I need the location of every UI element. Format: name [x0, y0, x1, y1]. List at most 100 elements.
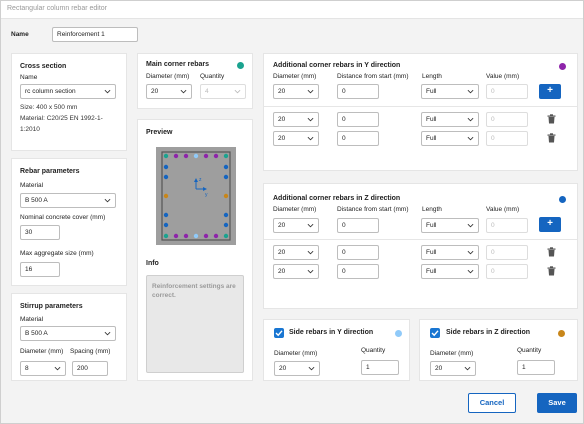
side-y-quantity-label: Quantity	[361, 347, 386, 354]
cross-section-card: Cross section Name rc column section Siz…	[11, 53, 127, 151]
checkmark-icon	[275, 330, 283, 337]
chevron-down-icon	[234, 89, 241, 94]
additional-y-rebar	[183, 233, 189, 239]
checkmark-icon	[431, 330, 439, 337]
additional-z-rebar	[163, 164, 169, 170]
side-z-diameter-select[interactable]: 20	[430, 361, 476, 376]
add_z-row-distance-input[interactable]: 0	[337, 245, 379, 260]
chevron-down-icon	[104, 331, 111, 336]
add_y-row-value-input[interactable]: 0	[486, 112, 528, 127]
cancel-button[interactable]: Cancel	[468, 393, 516, 413]
add_y-row-length-select[interactable]: Full	[421, 112, 479, 127]
main-corner-quantity-value: 4	[205, 88, 209, 95]
nominal-cover-input[interactable]: 30	[20, 225, 60, 240]
max-aggregate-input[interactable]: 16	[20, 262, 60, 277]
add_z-row-value-input[interactable]: 0	[486, 264, 528, 279]
stirrup-parameters-title: Stirrup parameters	[20, 303, 83, 310]
add_z-row-length-select[interactable]: Full	[421, 245, 479, 260]
save-button[interactable]: Save	[537, 393, 577, 413]
main-corner-rebar	[163, 233, 169, 239]
side-y-quantity-input[interactable]: 1	[361, 360, 399, 375]
stirrup-spacing-input[interactable]: 200	[72, 361, 108, 376]
main-corner-quantity-select[interactable]: 4	[200, 84, 246, 99]
preview-title: Preview	[146, 129, 173, 136]
info-message: Reinforcement settings are correct.	[146, 275, 244, 373]
side-z-title: Side rebars in Z direction	[446, 329, 531, 336]
add_z-row-diameter-select[interactable]: 20	[273, 264, 319, 279]
delete-icon[interactable]	[547, 266, 556, 276]
stirrup-material-select[interactable]: B 500 A	[20, 326, 116, 341]
rebar-material-select[interactable]: B 500 A	[20, 193, 116, 208]
main-corner-diameter-select[interactable]: 20	[146, 84, 192, 99]
chevron-down-icon	[467, 117, 474, 122]
add_y-row-value-input[interactable]: 0	[486, 131, 528, 146]
add_z-row-length-select[interactable]: Full	[421, 218, 479, 233]
stirrup-diameter-value: 8	[25, 365, 29, 372]
window-title: Rectangular column rebar editor	[7, 5, 107, 12]
rebar-editor-window: Rectangular column rebar editor Name Rei…	[0, 0, 584, 424]
additional-y-rebar	[213, 233, 219, 239]
add_z-row-value-input[interactable]: 0	[486, 245, 528, 260]
chevron-down-icon	[464, 366, 471, 371]
additional-z-col-distance: Distance from start (mm)	[337, 206, 409, 213]
add_y-row-diameter-select[interactable]: 20	[273, 131, 319, 146]
name-input[interactable]: Reinforcement 1	[52, 27, 138, 42]
add_z-row-value-input[interactable]: 0	[486, 218, 528, 233]
chevron-down-icon	[104, 198, 111, 203]
add_y-row-diameter-value: 20	[278, 135, 286, 142]
cross-section-select[interactable]: rc column section	[20, 84, 116, 99]
chevron-down-icon	[467, 223, 474, 228]
side-y-color-dot	[395, 330, 402, 337]
side-y-title: Side rebars in Y direction	[289, 329, 374, 336]
chevron-down-icon	[307, 136, 314, 141]
add_y-row-distance-input[interactable]: 0	[337, 131, 379, 146]
main-corner-rebar	[163, 153, 169, 159]
add_z-row-diameter-select[interactable]: 20	[273, 218, 319, 233]
additional-z-color-dot	[559, 196, 566, 203]
add_y-row-diameter-select[interactable]: 20	[273, 84, 319, 99]
add-z-rebar-button[interactable]: +	[539, 217, 561, 232]
delete-icon[interactable]	[547, 133, 556, 143]
additional-y-rebar	[173, 153, 179, 159]
rebar-material-value: B 500 A	[25, 197, 48, 204]
stirrup-material-value: B 500 A	[25, 330, 48, 337]
divider	[264, 106, 577, 107]
rebar-material-label: Material	[20, 182, 44, 189]
add_y-row-value-input[interactable]: 0	[486, 84, 528, 99]
chevron-down-icon	[307, 117, 314, 122]
add_y-row-distance-input[interactable]: 0	[337, 112, 379, 127]
add_y-row-length-select[interactable]: Full	[421, 131, 479, 146]
add_z-row-length-select[interactable]: Full	[421, 264, 479, 279]
add-y-rebar-button[interactable]: +	[539, 84, 561, 99]
delete-icon[interactable]	[547, 247, 556, 257]
stirrup-diameter-select[interactable]: 8	[20, 361, 66, 376]
stirrup-spacing-label: Spacing (mm)	[70, 348, 111, 355]
side-z-quantity-label: Quantity	[517, 347, 542, 354]
side-z-color-dot	[558, 330, 565, 337]
max-aggregate-label: Max aggregate size (mm)	[20, 250, 94, 257]
additional-z-title: Additional corner rebars in Z direction	[273, 195, 401, 202]
chevron-down-icon	[467, 89, 474, 94]
side-y-checkbox[interactable]	[274, 328, 284, 338]
main-corner-diameter-value: 20	[151, 88, 159, 95]
additional-y-title: Additional corner rebars in Y direction	[273, 62, 401, 69]
side-y-rebar	[193, 233, 199, 239]
add_z-row-diameter-select[interactable]: 20	[273, 245, 319, 260]
add_z-row-distance-input[interactable]: 0	[337, 218, 379, 233]
side-y-diameter-select[interactable]: 20	[274, 361, 320, 376]
delete-icon[interactable]	[547, 114, 556, 124]
chevron-down-icon	[307, 250, 314, 255]
add_z-row-distance-input[interactable]: 0	[337, 264, 379, 279]
add_y-row-length-select[interactable]: Full	[421, 84, 479, 99]
cross-section-material-2: 1:2010	[20, 126, 40, 133]
add_y-row-distance-input[interactable]: 0	[337, 84, 379, 99]
additional-z-rebar	[223, 164, 229, 170]
side-z-checkbox[interactable]	[430, 328, 440, 338]
main-corner-rebar	[223, 233, 229, 239]
add_y-row-diameter-select[interactable]: 20	[273, 112, 319, 127]
main-corner-title: Main corner rebars	[146, 61, 210, 68]
stirrup-parameters-card: Stirrup parameters Material B 500 A Diam…	[11, 293, 127, 381]
side-z-quantity-input[interactable]: 1	[517, 360, 555, 375]
add_z-row-diameter-value: 20	[278, 222, 286, 229]
main-corner-rebar	[223, 153, 229, 159]
